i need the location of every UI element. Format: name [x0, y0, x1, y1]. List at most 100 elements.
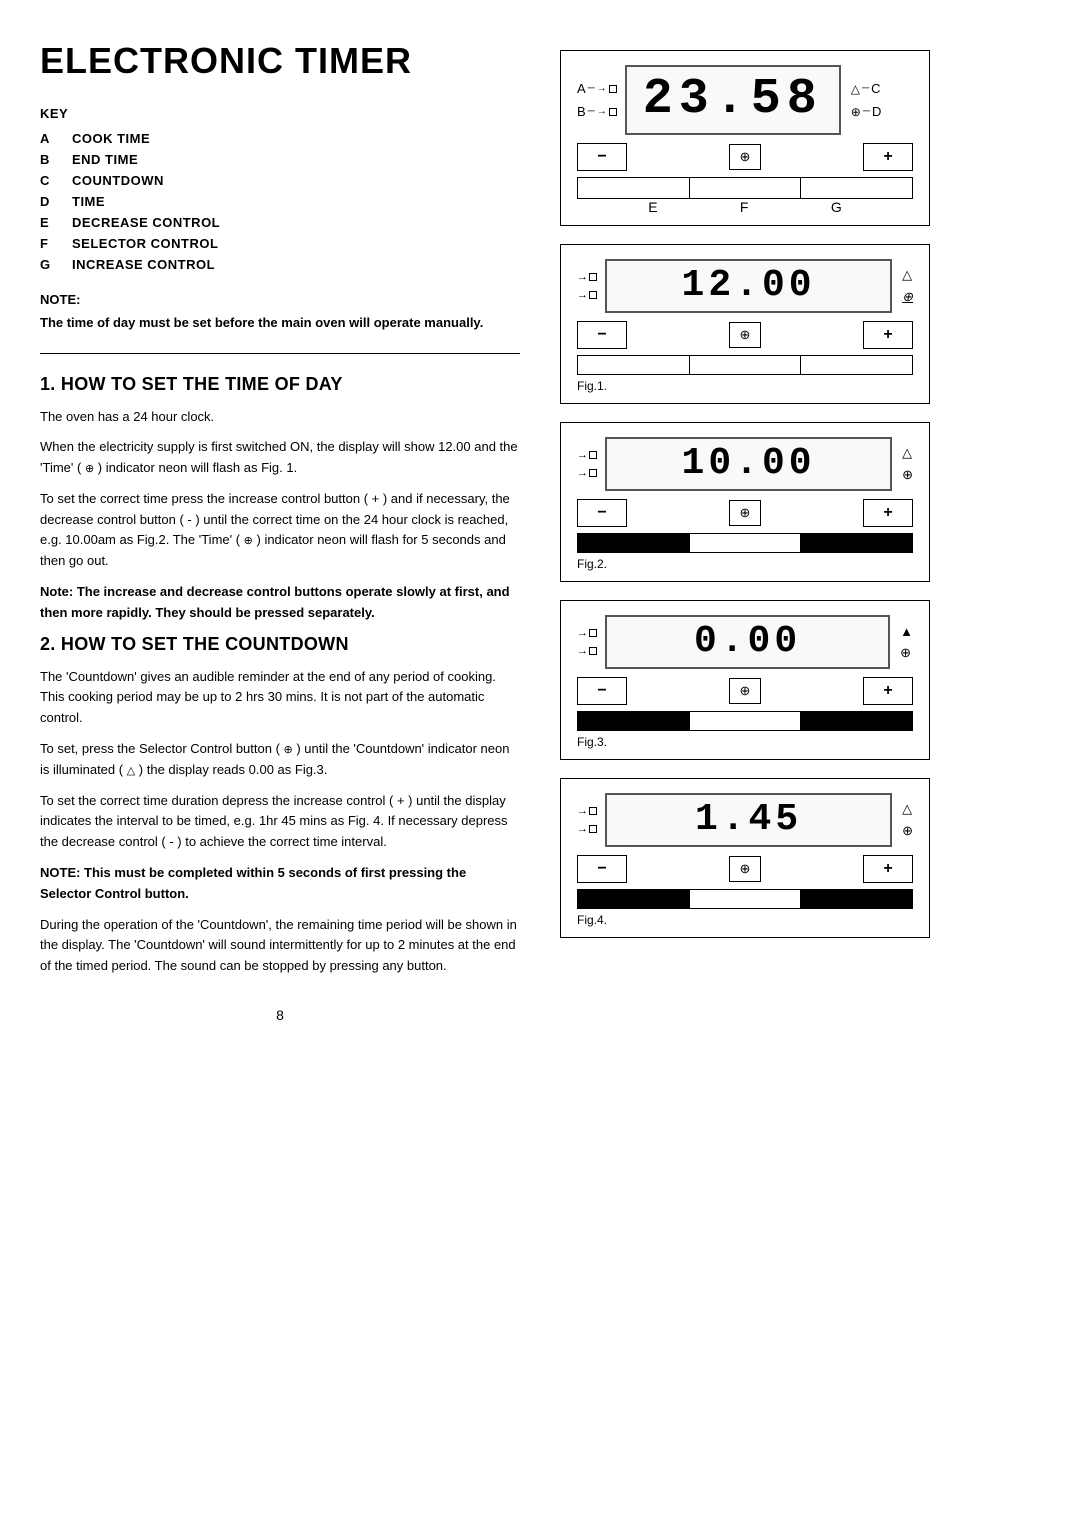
fig4-arrow2: → — [577, 823, 588, 835]
fig4-minus[interactable]: − — [577, 855, 627, 883]
main-buttons: − ⊕ + — [577, 143, 913, 171]
main-bottom-btn1[interactable] — [578, 178, 690, 198]
section2-para3: To set the correct time duration depress… — [40, 791, 520, 853]
main-mid-btn[interactable]: ⊕ — [729, 144, 762, 170]
fig1-bot1[interactable] — [578, 356, 690, 374]
fig2-sq1 — [589, 451, 597, 459]
fig4-bot3[interactable] — [801, 890, 912, 908]
label-b: B — [577, 104, 586, 119]
key-desc-g: INCREASE CONTROL — [72, 257, 215, 272]
fig2-mid[interactable]: ⊕ — [729, 500, 762, 526]
small-sq-a — [609, 85, 617, 93]
fig2-bot3[interactable] — [801, 534, 912, 552]
fig4-label: Fig.4. — [577, 913, 913, 927]
key-item-b: B END TIME — [40, 152, 520, 167]
fig1-arrow2: → — [577, 289, 588, 301]
fig4-sq2 — [589, 825, 597, 833]
main-minus-btn[interactable]: − — [577, 143, 627, 171]
section-divider — [40, 353, 520, 354]
fig4-bot2[interactable] — [690, 890, 802, 908]
label-c: C — [871, 81, 880, 96]
main-plus-btn[interactable]: + — [863, 143, 913, 171]
fig3-bot2[interactable] — [690, 712, 802, 730]
fig4-mid-icon: ⊕ — [740, 861, 751, 877]
fig1-circle: ⊕ — [902, 289, 913, 305]
fig3-screen: 0.00 — [605, 615, 890, 669]
fig1-screen: 12.00 — [605, 259, 892, 313]
fig4-digits: 1.45 — [621, 801, 876, 839]
key-letter-b: B — [40, 152, 60, 167]
fig2-arrow1: → — [577, 449, 588, 461]
key-item-g: G INCREASE CONTROL — [40, 257, 520, 272]
fig3-plus[interactable]: + — [863, 677, 913, 705]
fig2-circle: ⊕ — [902, 467, 913, 483]
key-title: KEY — [40, 106, 520, 121]
main-diagram: A ─ → B ─ → 23.58 — [560, 50, 930, 226]
key-desc-a: COOK TIME — [72, 131, 150, 146]
fig3-panel: → → 0.00 ▲ ⊕ − — [560, 600, 930, 760]
fig1-plus[interactable]: + — [863, 321, 913, 349]
fig2-screen: 10.00 — [605, 437, 892, 491]
main-bottom-btn2[interactable] — [690, 178, 802, 198]
key-section: KEY A COOK TIME B END TIME C COUNTDOWN D… — [40, 106, 520, 272]
fig3-circle: ⊕ — [900, 645, 913, 661]
label-e: E — [648, 199, 657, 215]
key-item-a: A COOK TIME — [40, 131, 520, 146]
label-g: G — [831, 199, 842, 215]
fig4-bell: △ — [902, 801, 913, 817]
fig3-bot1[interactable] — [578, 712, 690, 730]
key-letter-c: C — [40, 173, 60, 188]
key-item-d: D TIME — [40, 194, 520, 209]
fig1-mid-icon: ⊕ — [740, 327, 751, 343]
fig2-label: Fig.2. — [577, 557, 913, 571]
fig1-sq2 — [589, 291, 597, 299]
label-f: F — [740, 199, 749, 215]
fig1-bot2[interactable] — [690, 356, 802, 374]
section2-bold-note1: NOTE: This must be completed within 5 se… — [40, 863, 520, 905]
note-section: NOTE: The time of day must be set before… — [40, 292, 520, 333]
fig4-bot1[interactable] — [578, 890, 690, 908]
fig3-mid[interactable]: ⊕ — [729, 678, 762, 704]
key-item-c: C COUNTDOWN — [40, 173, 520, 188]
key-desc-c: COUNTDOWN — [72, 173, 164, 188]
fig3-arrow1: → — [577, 627, 588, 639]
fig4-plus[interactable]: + — [863, 855, 913, 883]
key-letter-d: D — [40, 194, 60, 209]
fig2-digits: 10.00 — [621, 445, 876, 483]
small-sq-b — [609, 108, 617, 116]
fig2-buttons: − ⊕ + — [577, 499, 913, 527]
key-desc-d: TIME — [72, 194, 105, 209]
fig3-bot3[interactable] — [801, 712, 912, 730]
fig1-bot3[interactable] — [801, 356, 912, 374]
fig3-label: Fig.3. — [577, 735, 913, 749]
fig1-panel: → → 12.00 △ ⊕ − — [560, 244, 930, 404]
fig3-bell: ▲ — [900, 624, 913, 639]
fig4-arrow1: → — [577, 805, 588, 817]
key-desc-e: DECREASE CONTROL — [72, 215, 220, 230]
fig3-minus[interactable]: − — [577, 677, 627, 705]
fig2-arrow2: → — [577, 467, 588, 479]
fig1-bell: △ — [902, 267, 913, 283]
fig4-screen: 1.45 — [605, 793, 892, 847]
fig1-minus[interactable]: − — [577, 321, 627, 349]
fig1-sq1 — [589, 273, 597, 281]
section1-bold-note: Note: The increase and decrease control … — [40, 582, 520, 624]
fig2-minus[interactable]: − — [577, 499, 627, 527]
fig2-plus[interactable]: + — [863, 499, 913, 527]
fig2-bot1[interactable] — [578, 534, 690, 552]
fig3-buttons: − ⊕ + — [577, 677, 913, 705]
fig4-circle: ⊕ — [902, 823, 913, 839]
section1-heading: 1. HOW TO SET THE TIME OF DAY — [40, 374, 520, 395]
key-desc-f: SELECTOR CONTROL — [72, 236, 218, 251]
main-bottom-btn3[interactable] — [801, 178, 912, 198]
key-letter-e: E — [40, 215, 60, 230]
main-screen: 23.58 — [625, 65, 841, 135]
main-mid-icon: ⊕ — [740, 149, 751, 165]
fig2-panel: → → 10.00 △ ⊕ − — [560, 422, 930, 582]
fig2-bot2[interactable] — [690, 534, 802, 552]
fig4-mid[interactable]: ⊕ — [729, 856, 762, 882]
section2-para4: During the operation of the 'Countdown',… — [40, 915, 520, 977]
label-a: A — [577, 81, 586, 96]
fig1-mid[interactable]: ⊕ — [729, 322, 762, 348]
fig1-label: Fig.1. — [577, 379, 913, 393]
